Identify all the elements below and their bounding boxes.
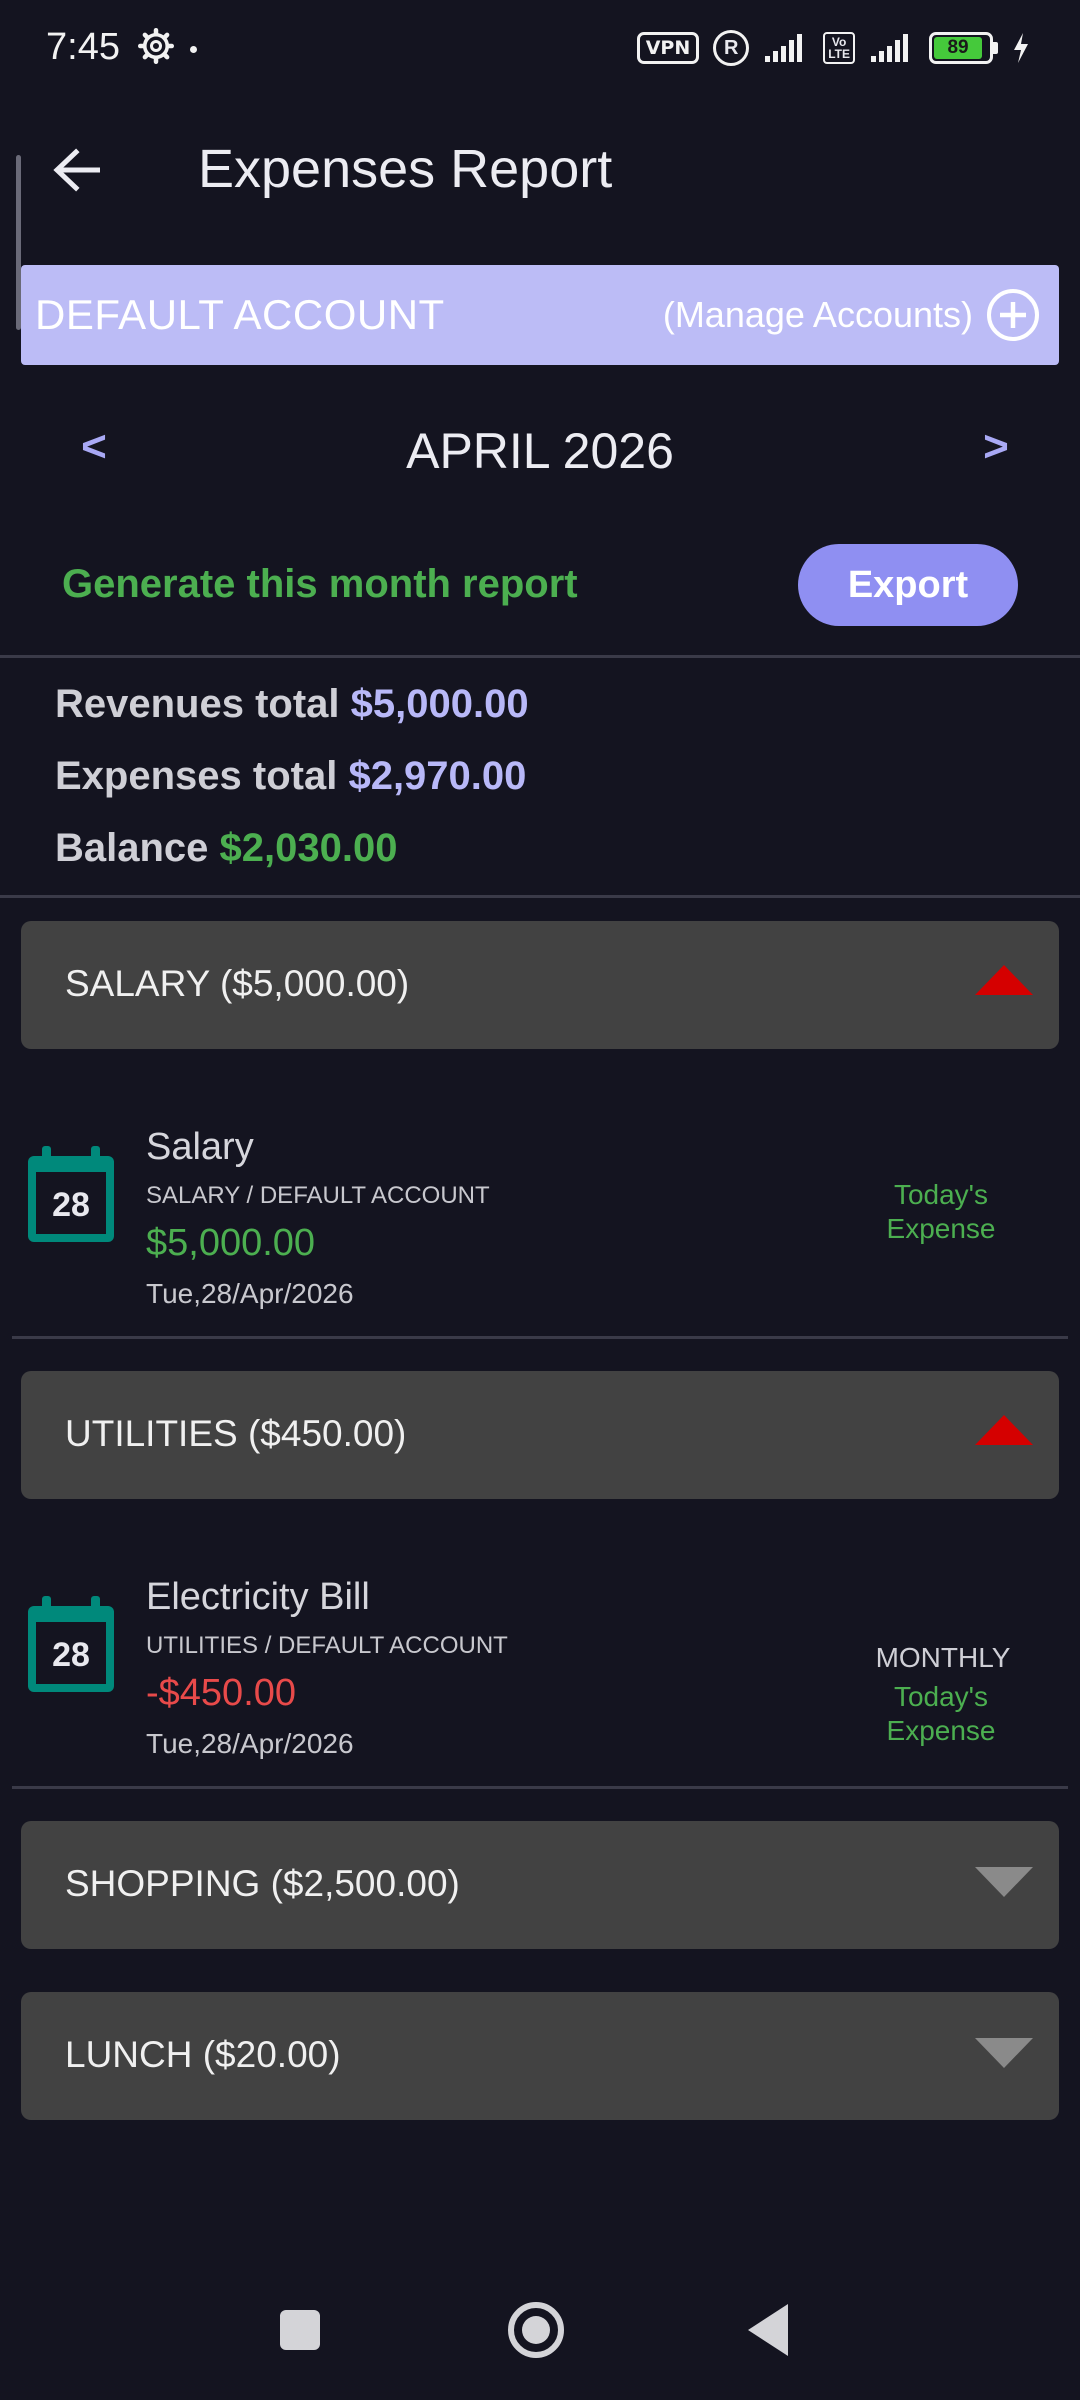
category-label: LUNCH ($20.00)	[65, 2034, 341, 2075]
recurrence-label: MONTHLY	[875, 1642, 1011, 1673]
transaction-tag: Today's Expense	[856, 1178, 1026, 1246]
expenses-value: $2,970.00	[348, 754, 527, 798]
back-button[interactable]	[38, 130, 118, 210]
collapse-arrow-icon[interactable]	[973, 963, 1035, 999]
month-navigator: < APRIL 2026 >	[0, 410, 1080, 500]
report-actions: Generate this month report Export	[0, 540, 1080, 630]
tag-line-2: Expense	[886, 1715, 996, 1746]
tag-line-1: Today's	[893, 1179, 989, 1210]
category-header-shopping[interactable]: SHOPPING ($2,500.00)	[21, 1821, 1059, 1949]
transaction-category: SALARY / DEFAULT ACCOUNT	[146, 1182, 490, 1209]
battery-level: 89	[934, 37, 983, 59]
category-header-lunch[interactable]: LUNCH ($20.00)	[21, 1992, 1059, 2120]
category-label: SHOPPING ($2,500.00)	[65, 1863, 460, 1904]
status-bar: 7:45 VPN R Vo LTE 89	[0, 0, 1080, 100]
back-nav-button[interactable]	[748, 2304, 788, 2356]
status-time: 7:45	[46, 26, 120, 68]
transaction-item[interactable]: 28 Electricity Bill UTILITIES / DEFAULT …	[0, 1568, 1080, 1794]
revenues-total: Revenues total $5,000.00	[55, 674, 529, 746]
divider	[12, 1336, 1068, 1339]
manage-accounts-link[interactable]: (Manage Accounts)	[663, 294, 973, 336]
category-label: UTILITIES ($450.00)	[65, 1413, 407, 1454]
divider	[0, 895, 1080, 898]
revenues-label: Revenues total	[55, 682, 340, 726]
signal-2-icon	[871, 34, 908, 62]
category-label: SALARY ($5,000.00)	[65, 963, 410, 1004]
divider	[0, 655, 1080, 658]
transaction-title: Electricity Bill	[146, 1576, 370, 1618]
battery-icon: 89	[929, 32, 998, 64]
transaction-date: Tue,28/Apr/2026	[146, 1278, 354, 1309]
next-month-button[interactable]: >	[966, 422, 1026, 472]
home-button[interactable]	[508, 2302, 564, 2358]
divider	[12, 1786, 1068, 1789]
transaction-item[interactable]: 28 Salary SALARY / DEFAULT ACCOUNT $5,00…	[0, 1118, 1080, 1344]
tag-line-1: Today's	[893, 1681, 989, 1712]
calendar-day: 28	[52, 1186, 90, 1224]
category-header-salary[interactable]: SALARY ($5,000.00)	[21, 921, 1059, 1049]
registered-icon: R	[713, 30, 750, 66]
account-selector[interactable]: DEFAULT ACCOUNT (Manage Accounts)	[21, 265, 1059, 365]
volte-icon: Vo LTE	[823, 32, 855, 64]
transaction-category: UTILITIES / DEFAULT ACCOUNT	[146, 1632, 508, 1659]
export-button[interactable]: Export	[798, 544, 1018, 626]
transaction-amount: $5,000.00	[146, 1222, 316, 1264]
system-nav-bar	[0, 2280, 1080, 2390]
collapse-arrow-icon[interactable]	[973, 1413, 1035, 1449]
expand-arrow-icon[interactable]	[973, 1863, 1035, 1899]
balance-total: Balance $2,030.00	[55, 818, 529, 890]
revenues-value: $5,000.00	[350, 682, 529, 726]
transaction-tag: Today's Expense	[856, 1680, 1026, 1748]
app-bar: Expenses Report	[0, 100, 1080, 240]
transaction-title: Salary	[146, 1126, 254, 1168]
expenses-total: Expenses total $2,970.00	[55, 746, 529, 818]
signal-1-icon	[765, 34, 803, 62]
month-label: APRIL 2026	[406, 423, 674, 479]
recents-button[interactable]	[280, 2310, 320, 2350]
notification-dot	[190, 46, 197, 53]
page-title: Expenses Report	[198, 139, 613, 199]
charging-bolt-icon	[1014, 33, 1028, 63]
expand-arrow-icon[interactable]	[973, 2034, 1035, 2070]
totals-summary: Revenues total $5,000.00 Expenses total …	[55, 674, 529, 890]
balance-label: Balance	[55, 826, 209, 870]
balance-value: $2,030.00	[219, 826, 398, 870]
account-name: DEFAULT ACCOUNT	[35, 291, 445, 338]
vpn-icon: VPN	[636, 32, 700, 64]
transaction-date: Tue,28/Apr/2026	[146, 1728, 354, 1759]
settings-gear-icon	[138, 28, 174, 64]
arrow-left-icon	[53, 148, 100, 192]
expenses-label: Expenses total	[55, 754, 338, 798]
generate-report-link[interactable]: Generate this month report	[62, 562, 578, 607]
plus-circle-icon[interactable]	[985, 287, 1041, 343]
calendar-day: 28	[52, 1636, 90, 1674]
transaction-amount: -$450.00	[146, 1672, 297, 1714]
tag-line-2: Expense	[886, 1213, 996, 1244]
home-icon	[522, 2316, 550, 2344]
category-header-utilities[interactable]: UTILITIES ($450.00)	[21, 1371, 1059, 1499]
